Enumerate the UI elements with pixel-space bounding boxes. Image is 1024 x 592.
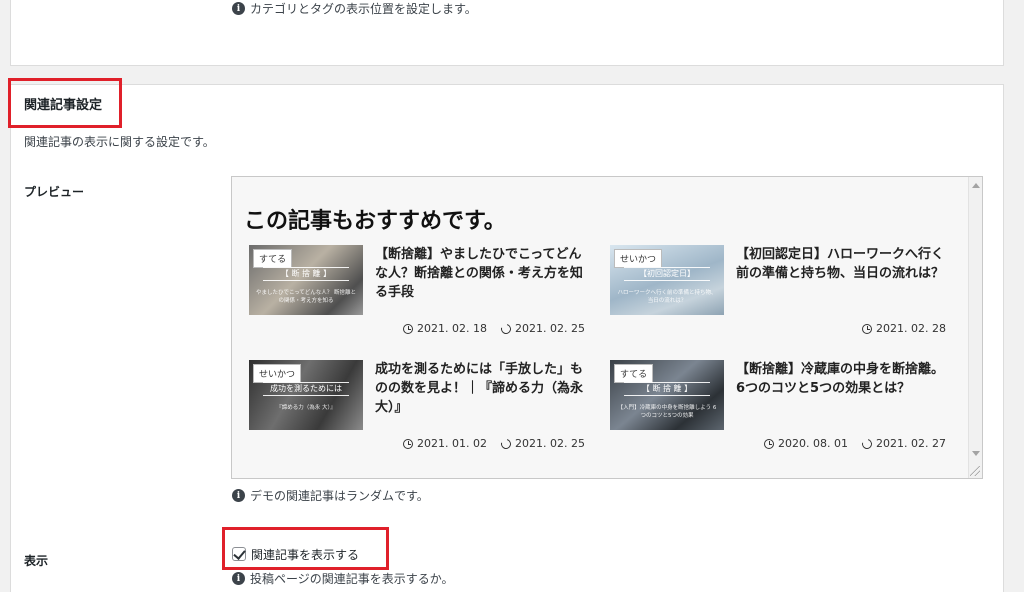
post-dates: 2020. 08. 01 2021. 02. 27 [764, 436, 946, 451]
demo-random-note-text: デモの関連記事はランダムです。 [250, 489, 429, 503]
show-on-post-note: i 投稿ページの関連記事を表示するか。 [232, 570, 454, 587]
clock-icon [862, 323, 873, 334]
resize-handle-icon[interactable] [970, 466, 980, 476]
info-icon: i [232, 2, 245, 15]
post-dates: 2021. 02. 28 [862, 322, 946, 335]
preview-scrollbar[interactable] [968, 177, 982, 478]
clock-icon [403, 438, 414, 449]
thumb-band-text: 【初回認定日】 [624, 267, 710, 281]
published-date: 2021. 01. 02 [417, 437, 488, 450]
preview-heading: この記事もおすすめです。 [244, 209, 506, 234]
post-thumbnail[interactable]: せいかつ 成功を測るためには 『諦める力（為永 大）』 [249, 360, 363, 430]
category-tag-note-text: カテゴリとタグの表示位置を設定します。 [250, 2, 477, 16]
scroll-up-arrow-icon[interactable] [972, 183, 980, 188]
show-related-posts-checkbox[interactable] [232, 547, 246, 561]
post-title[interactable]: 【初回認定日】ハローワークへ行く前の準備と持ち物、当日の流れは？ [736, 245, 946, 283]
section-description: 関連記事の表示に関する設定です。 [24, 135, 215, 149]
update-icon [499, 321, 513, 336]
published-date: 2021. 02. 28 [876, 322, 946, 335]
published-date: 2021. 02. 18 [417, 322, 488, 335]
thumb-band-text: 【 断 捨 離 】 [263, 267, 349, 281]
clock-icon [764, 438, 775, 449]
related-post-card[interactable]: すてる 【 断 捨 離 】 【入門】冷蔵庫の中身を断捨離しよう 6つのコツと5つ… [610, 360, 946, 465]
related-post-card[interactable]: せいかつ 成功を測るためには 『諦める力（為永 大）』 成功を測るためには「手放… [249, 360, 585, 465]
published-date: 2020. 08. 01 [778, 437, 849, 450]
category-badge: すてる [253, 249, 293, 268]
show-on-post-note-text: 投稿ページの関連記事を表示するか。 [250, 572, 454, 586]
updated-date: 2021. 02. 25 [515, 437, 585, 450]
thumb-band-text: 【 断 捨 離 】 [624, 382, 710, 396]
clock-icon [403, 323, 414, 334]
category-badge: せいかつ [253, 364, 302, 383]
category-badge: すてる [614, 364, 654, 383]
thumb-band-text: 成功を測るためには [263, 382, 349, 396]
post-thumbnail[interactable]: すてる 【 断 捨 離 】 【入門】冷蔵庫の中身を断捨離しよう 6つのコツと5つ… [610, 360, 724, 430]
show-related-posts-label[interactable]: 関連記事を表示する [251, 546, 359, 563]
demo-random-note: i デモの関連記事はランダムです。 [232, 487, 429, 504]
post-dates: 2021. 02. 18 2021. 02. 25 [403, 321, 585, 336]
updated-date: 2021. 02. 27 [876, 437, 946, 450]
update-icon [860, 436, 874, 451]
post-title[interactable]: 【断捨離】冷蔵庫の中身を断捨離。6つのコツと5つの効果とは？ [736, 360, 946, 398]
scroll-down-arrow-icon[interactable] [972, 451, 980, 456]
info-icon: i [232, 572, 245, 585]
category-badge: せいかつ [614, 249, 663, 268]
preview-label: プレビュー [24, 185, 85, 199]
related-posts-preview[interactable]: この記事もおすすめです。 すてる 【 断 捨 離 】 やましたひでこってどんな人… [231, 176, 983, 479]
thumb-sub-text: ハローワークへ行く前の準備と持ち物、当日の流れは？ [617, 290, 717, 304]
settings-panel-top [10, 0, 1004, 66]
thumb-sub-text: 【入門】冷蔵庫の中身を断捨離しよう 6つのコツと5つの効果 [617, 405, 717, 419]
post-thumbnail[interactable]: せいかつ 【初回認定日】 ハローワークへ行く前の準備と持ち物、当日の流れは？ [610, 245, 724, 315]
display-label: 表示 [24, 554, 49, 568]
related-post-card[interactable]: すてる 【 断 捨 離 】 やましたひでこってどんな人？ 断捨離との関係・考え方… [249, 245, 585, 350]
related-post-card[interactable]: せいかつ 【初回認定日】 ハローワークへ行く前の準備と持ち物、当日の流れは？ 【… [610, 245, 946, 350]
info-icon: i [232, 489, 245, 502]
highlight-box-title [8, 78, 122, 128]
post-dates: 2021. 01. 02 2021. 02. 25 [403, 436, 585, 451]
thumb-sub-text: 『諦める力（為永 大）』 [276, 405, 336, 411]
update-icon [499, 436, 513, 451]
thumb-sub-text: やましたひでこってどんな人？ 断捨離との関係・考え方を知る [255, 290, 357, 304]
post-title[interactable]: 成功を測るためには「手放した」ものの数を見よ！｜『諦める力（為永 大）』 [375, 360, 585, 417]
post-thumbnail[interactable]: すてる 【 断 捨 離 】 やましたひでこってどんな人？ 断捨離との関係・考え方… [249, 245, 363, 315]
post-title[interactable]: 【断捨離】やましたひでこってどんな人？断捨離との関係・考え方を知る手段 [375, 245, 585, 302]
updated-date: 2021. 02. 25 [515, 322, 585, 335]
category-tag-note: i カテゴリとタグの表示位置を設定します。 [232, 0, 477, 17]
